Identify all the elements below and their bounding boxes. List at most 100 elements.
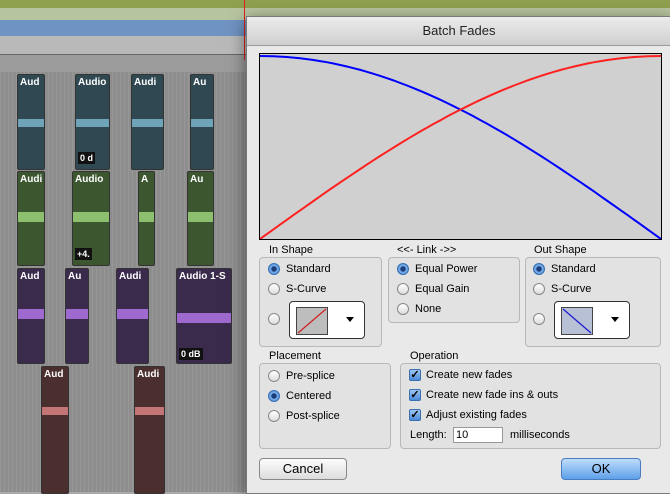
ok-button[interactable]: OK (561, 458, 641, 480)
audio-clip[interactable]: Audio +4. (72, 171, 110, 266)
clip-volume-label: +4. (75, 248, 92, 260)
fade-out-curve (259, 55, 662, 240)
length-unit-label: milliseconds (510, 429, 570, 441)
checkbox-label: Adjust existing fades (426, 409, 527, 421)
out-shape-s-curve-radio[interactable]: S-Curve (533, 283, 591, 295)
radio-indicator[interactable] (268, 370, 280, 382)
checkmark-icon[interactable]: ✓ (409, 389, 421, 401)
create-new-fade-ins-outs-checkbox[interactable]: ✓ Create new fade ins & outs (409, 389, 558, 401)
volume-line (177, 313, 231, 323)
volume-line (18, 119, 44, 127)
audio-clip[interactable]: Aud (17, 268, 45, 364)
audio-clip[interactable]: Audi (17, 171, 45, 266)
radio-label: Centered (286, 390, 332, 402)
radio-label: None (415, 303, 442, 315)
volume-line (18, 309, 44, 319)
clip-name: Audio 1-S (179, 271, 226, 282)
length-input[interactable]: 10 (453, 427, 503, 443)
volume-line (139, 212, 154, 222)
out-shape-thumbnail (561, 307, 593, 335)
audio-clip[interactable]: Au (65, 268, 89, 364)
clip-name: Audi (119, 271, 142, 282)
radio-indicator[interactable] (397, 263, 409, 275)
radio-indicator[interactable] (268, 390, 280, 402)
volume-line (135, 407, 164, 415)
clip-name: Aud (44, 369, 64, 380)
volume-line (117, 309, 148, 319)
audio-clip[interactable]: Audi (116, 268, 149, 364)
adjust-existing-fades-checkbox[interactable]: ✓ Adjust existing fades (409, 409, 527, 421)
radio-label: Equal Power (415, 263, 478, 275)
audio-clip[interactable]: Audio 1-S 0 dB (176, 268, 232, 364)
audio-clip[interactable]: Au (190, 74, 214, 170)
in-shape-thumbnail (296, 307, 328, 335)
radio-label: Pre-splice (286, 370, 335, 382)
radio-label: Equal Gain (415, 283, 470, 295)
fade-in-curve (259, 55, 662, 240)
clip-name: Au (193, 77, 207, 88)
batch-fades-dialog: Batch Fades In Shape Standard S-Curve <<… (246, 16, 670, 494)
radio-indicator[interactable] (533, 283, 545, 295)
create-new-fades-checkbox[interactable]: ✓ Create new fades (409, 369, 512, 381)
volume-line (42, 407, 68, 415)
checkbox-label: Create new fades (426, 369, 513, 381)
clip-name: Audi (20, 174, 43, 185)
link-equal-power-radio[interactable]: Equal Power (397, 263, 477, 275)
fade-curve-svg (259, 55, 662, 240)
volume-line (132, 119, 163, 127)
clip-volume-label: 0 dB (179, 348, 203, 360)
in-shape-label: In Shape (269, 244, 314, 256)
audio-clip[interactable]: Audi (134, 366, 165, 494)
timeline-ruler-top (0, 0, 670, 8)
radio-indicator[interactable] (268, 263, 280, 275)
volume-line (76, 119, 109, 127)
radio-label: S-Curve (551, 283, 592, 295)
volume-line (18, 212, 44, 222)
link-label: <<- Link ->> (397, 244, 457, 256)
audio-clip[interactable]: Audio 0 d (75, 74, 110, 170)
radio-indicator[interactable] (397, 283, 409, 295)
placement-post-splice-radio[interactable]: Post-splice (268, 410, 340, 422)
radio-indicator[interactable] (268, 410, 280, 422)
clip-volume-label: 0 d (78, 152, 96, 164)
rising-line-icon (297, 308, 327, 334)
out-shape-label: Out Shape (534, 244, 587, 256)
placement-pre-splice-radio[interactable]: Pre-splice (268, 370, 335, 382)
audio-clip[interactable]: Aud (17, 74, 45, 170)
out-shape-picker[interactable] (554, 301, 630, 339)
checkmark-icon[interactable]: ✓ (409, 369, 421, 381)
in-shape-picker[interactable] (289, 301, 365, 339)
placement-label: Placement (269, 350, 321, 362)
falling-line-icon (562, 308, 592, 334)
in-shape-s-curve-radio[interactable]: S-Curve (268, 283, 326, 295)
volume-line (191, 119, 213, 127)
clip-name: Aud (20, 271, 40, 282)
out-shape-custom-radio[interactable] (533, 313, 545, 325)
placement-centered-radio[interactable]: Centered (268, 390, 331, 402)
link-none-radio[interactable]: None (397, 303, 441, 315)
volume-line (188, 212, 213, 222)
radio-indicator[interactable] (533, 263, 545, 275)
track-lane-4 (0, 362, 250, 492)
radio-indicator[interactable] (268, 283, 280, 295)
audio-clip[interactable]: A (138, 171, 155, 266)
in-shape-custom-radio[interactable] (268, 313, 280, 325)
fade-curve-graph (259, 53, 662, 240)
in-shape-standard-radio[interactable]: Standard (268, 263, 331, 275)
audio-clip[interactable]: Au (187, 171, 214, 266)
clip-name: Audi (134, 77, 157, 88)
radio-indicator[interactable] (397, 303, 409, 315)
cancel-button[interactable]: Cancel (259, 458, 347, 480)
audio-clip[interactable]: Audi (131, 74, 164, 170)
radio-label: S-Curve (286, 283, 327, 295)
checkmark-icon[interactable]: ✓ (409, 409, 421, 421)
clip-name: Audio (75, 174, 104, 185)
audio-clip[interactable]: Aud (41, 366, 69, 494)
checkbox-label: Create new fade ins & outs (426, 389, 559, 401)
chevron-down-icon (346, 317, 354, 322)
link-equal-gain-radio[interactable]: Equal Gain (397, 283, 469, 295)
radio-label: Post-splice (286, 410, 340, 422)
chevron-down-icon (611, 317, 619, 322)
radio-label: Standard (286, 263, 331, 275)
out-shape-standard-radio[interactable]: Standard (533, 263, 596, 275)
